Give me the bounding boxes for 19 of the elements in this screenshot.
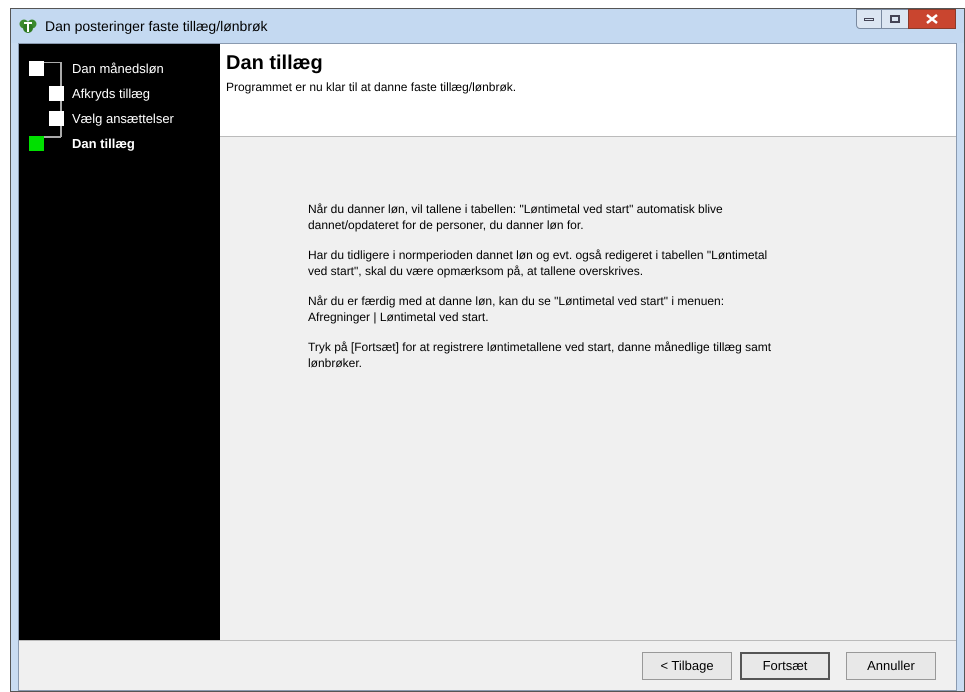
window-title: Dan posteringer faste tillæg/lønbrøk	[45, 16, 268, 36]
close-icon	[926, 14, 938, 24]
wizard-button[interactable]: < Tilbage	[642, 652, 732, 680]
page-subtitle: Programmet er nu klar til at danne faste tillæg/lønbrøk.	[226, 79, 518, 96]
info-paragraph: Har du tidligere i normperioden dannet løn og evt. også redigeret i tabellen "Løntimetal ved start", skal du være opmærksom på, at tallene overskrives.	[308, 247, 768, 279]
app-logo-icon	[19, 18, 37, 34]
wizard-button[interactable]: Annuller	[846, 652, 936, 680]
page-title: Dan tillæg	[226, 51, 324, 76]
minimize-button[interactable]	[856, 9, 882, 29]
close-button[interactable]	[908, 9, 956, 29]
step-label: Vælg ansættelser	[72, 110, 174, 128]
info-paragraph: Når du er færdig med at danne løn, kan du se "Løntimetal ved start" i menuen: Afregninger | Løntimetal ved start.	[308, 293, 726, 325]
wizard-button[interactable]: Fortsæt	[740, 652, 830, 680]
step-label: Afkryds tillæg	[72, 84, 150, 103]
info-paragraph: Når du danner løn, vil tallene i tabellen: "Løntimetal ved start" automatisk blive dannet/opdateret for de personer, du danner løn for.	[308, 201, 724, 233]
info-paragraph: Tryk på [Fortsæt] for at registrere løntimetallene ved start, danne månedlige tillæg samt lønbrøker.	[308, 339, 772, 371]
maximize-button[interactable]	[882, 9, 908, 29]
step-label: Dan månedsløn	[72, 60, 164, 78]
step-label: Dan tillæg	[72, 134, 135, 153]
